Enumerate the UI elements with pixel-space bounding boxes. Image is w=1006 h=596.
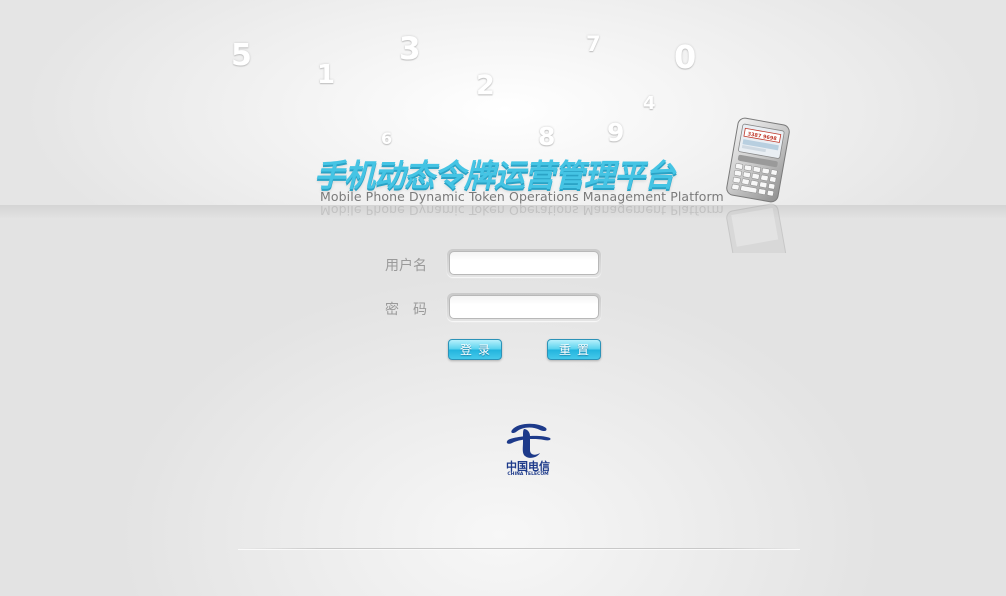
footer-divider: [238, 548, 800, 549]
username-label: 用户名: [385, 258, 427, 274]
login-button[interactable]: 登录: [448, 339, 502, 360]
logo-english-text: CHINA TELECOM: [507, 472, 549, 477]
bg-digit: 2: [476, 70, 495, 101]
bg-digit: 7: [586, 32, 601, 56]
username-input[interactable]: [449, 251, 599, 275]
bg-digit: 6: [381, 129, 393, 148]
page-subtitle: Mobile Phone Dynamic Token Operations Ma…: [320, 189, 724, 204]
page-subtitle-reflection: Mobile Phone Dynamic Token Operations Ma…: [320, 203, 724, 218]
bg-digit: 0: [674, 38, 697, 76]
phone-reflection: [720, 203, 796, 253]
reset-button[interactable]: 重置: [547, 339, 601, 360]
page-title: 手机动态令牌运营管理平台: [314, 158, 675, 194]
password-input[interactable]: [449, 295, 599, 319]
bg-digit: 3: [399, 31, 421, 67]
password-label: 密 码: [385, 302, 427, 318]
phone-illustration-icon: 3387 9698: [720, 117, 796, 203]
username-field-frame: [447, 249, 601, 277]
bg-digit: 9: [607, 118, 625, 147]
bg-digit: 8: [538, 122, 556, 151]
bg-digit: 4: [643, 93, 656, 114]
password-field-frame: [447, 293, 601, 321]
bg-digit: 1: [317, 60, 336, 90]
bg-digit: 5: [231, 38, 252, 73]
